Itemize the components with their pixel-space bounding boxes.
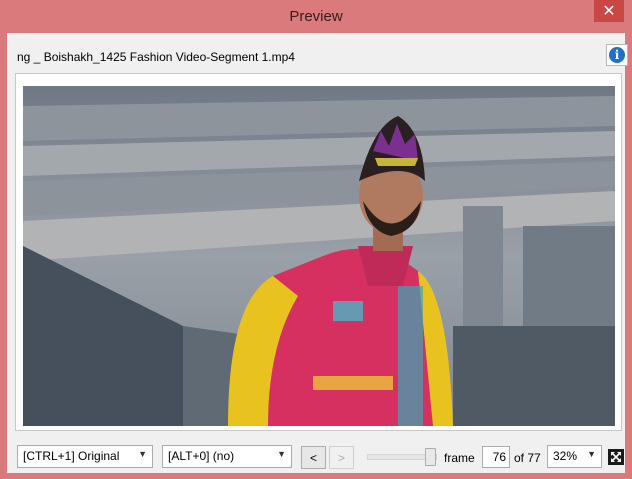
frame-label: frame xyxy=(444,451,475,465)
info-button[interactable]: i xyxy=(606,44,628,66)
playback-toolbar: [CTRL+1] Original ▼ [ALT+0] (no) ▼ < > f… xyxy=(7,445,625,473)
prev-label: < xyxy=(309,450,317,465)
frame-input[interactable]: 76 xyxy=(482,446,510,468)
file-name-label: ng _ Boishakh_1425 Fashion Video-Segment… xyxy=(17,50,295,64)
preview-window: Preview ✕ ng _ Boishakh_1425 Fashion Vid… xyxy=(0,0,632,479)
close-icon: ✕ xyxy=(602,3,616,20)
view-mode-select[interactable]: [CTRL+1] Original ▼ xyxy=(17,445,153,468)
frame-slider-thumb[interactable] xyxy=(425,448,437,466)
prev-frame-button[interactable]: < xyxy=(301,446,326,469)
zoom-value: 32% xyxy=(553,449,578,463)
frame-value: 76 xyxy=(492,450,506,464)
fullscreen-button[interactable] xyxy=(607,447,625,467)
video-frame xyxy=(15,73,622,431)
info-icon: i xyxy=(609,47,625,63)
close-button[interactable]: ✕ xyxy=(594,0,624,22)
chevron-down-icon: ▼ xyxy=(277,449,286,459)
alt-mode-value: [ALT+0] (no) xyxy=(168,449,235,463)
alt-mode-select[interactable]: [ALT+0] (no) ▼ xyxy=(162,445,292,468)
chevron-down-icon: ▼ xyxy=(138,449,147,459)
video-frame-image xyxy=(23,86,615,426)
title-bar[interactable]: Preview ✕ xyxy=(0,0,632,33)
client-area: ng _ Boishakh_1425 Fashion Video-Segment… xyxy=(7,33,628,473)
fullscreen-icon xyxy=(608,449,624,465)
next-label: > xyxy=(337,450,345,465)
zoom-select[interactable]: 32% ▼ xyxy=(547,445,602,468)
frame-count-label: of 77 xyxy=(514,451,541,465)
chevron-down-icon: ▼ xyxy=(587,449,596,459)
view-mode-value: [CTRL+1] Original xyxy=(23,449,120,463)
next-frame-button[interactable]: > xyxy=(329,446,354,469)
video-preview[interactable] xyxy=(23,86,615,426)
window-title: Preview xyxy=(289,8,343,25)
